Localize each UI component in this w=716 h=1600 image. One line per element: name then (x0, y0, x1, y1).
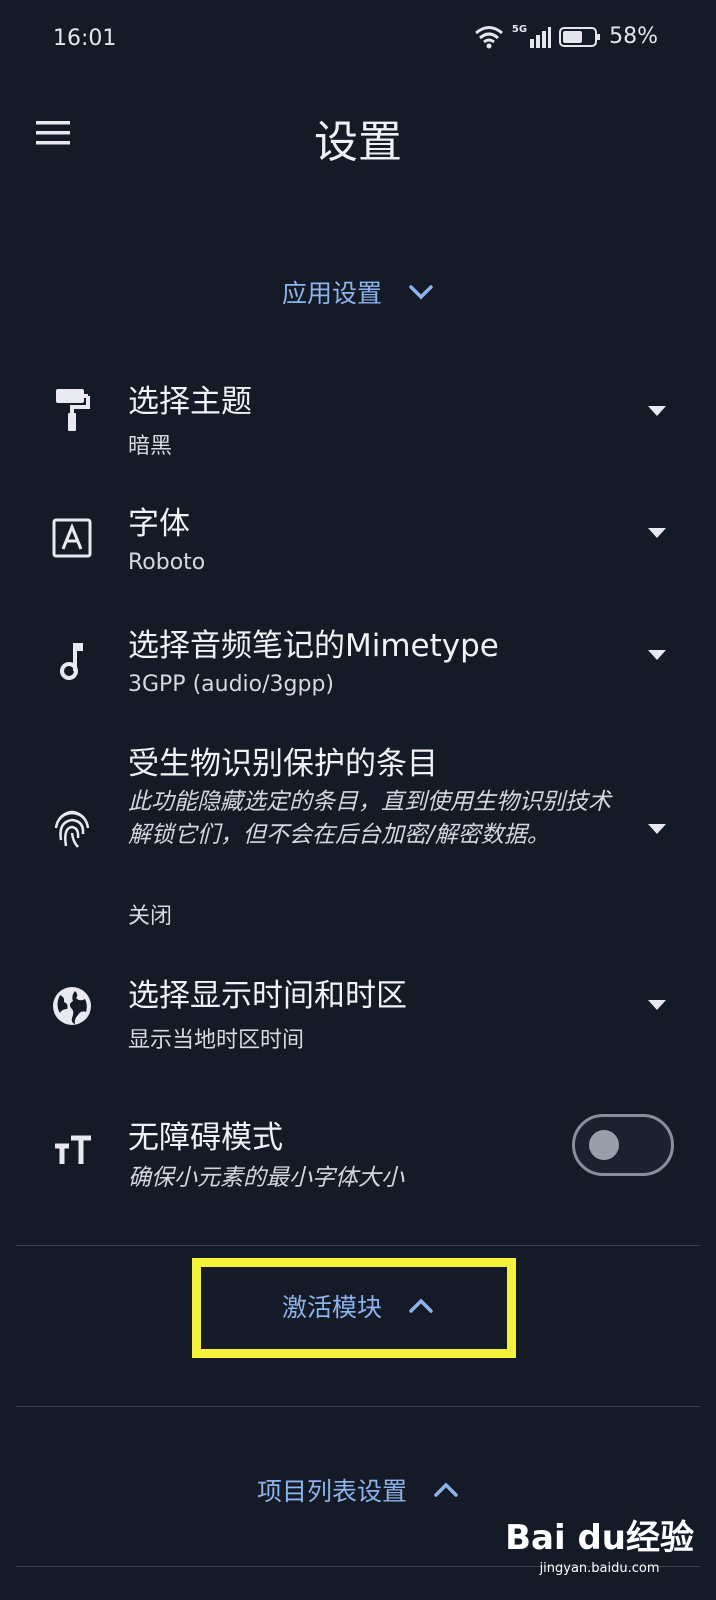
setting-title: 选择显示时间和时区 (128, 978, 407, 1014)
divider (16, 1406, 700, 1407)
highlight-annotation-box (192, 1258, 516, 1358)
setting-biometric-protection[interactable]: 受生物识别保护的条目 此功能隐藏选定的条目，直到使用生物识别技术解锁它们，但不会… (0, 738, 716, 938)
page-title: 设置 (314, 117, 402, 168)
dropdown-arrow-icon (648, 650, 666, 660)
setting-audio-mimetype[interactable]: 选择音频笔记的Mimetype 3GPP (audio/3gpp) (0, 616, 716, 716)
signal-icon (530, 26, 552, 48)
app-settings-header[interactable]: 应用设置 (0, 274, 716, 310)
status-time: 16:01 (53, 26, 117, 51)
battery-icon (559, 26, 601, 47)
setting-title: 受生物识别保护的条目 (128, 746, 438, 782)
setting-title: 选择音频笔记的Mimetype (128, 628, 499, 664)
setting-value: 关闭 (128, 904, 173, 929)
watermark-url: jingyan.baidu.com (539, 1561, 660, 1576)
watermark-logo: Bai du经验 (505, 1518, 694, 1558)
dropdown-arrow-icon (648, 824, 666, 834)
setting-theme[interactable]: 选择主题 暗黑 (0, 372, 716, 472)
accessibility-toggle[interactable] (572, 1114, 674, 1176)
setting-title: 字体 (128, 506, 190, 542)
setting-description: 确保小元素的最小字体大小 (128, 1165, 404, 1191)
fingerprint-icon (48, 804, 96, 852)
setting-title: 无障碍模式 (128, 1120, 283, 1156)
setting-accessibility-mode[interactable]: 无障碍模式 确保小元素的最小字体大小 (0, 1114, 716, 1200)
music-note-icon (48, 636, 96, 684)
chevron-down-icon (409, 285, 433, 300)
wifi-icon (474, 25, 503, 48)
setting-font[interactable]: 字体 Roboto (0, 494, 716, 594)
network-type: 5G (511, 24, 528, 35)
dropdown-arrow-icon (648, 528, 666, 538)
font-icon (48, 514, 96, 562)
setting-description: 此功能隐藏选定的条目，直到使用生物识别技术解锁它们，但不会在后台加密/解密数据。 (128, 789, 611, 848)
baidu-watermark: Bai du经验 jingyan.baidu.com (505, 1510, 694, 1576)
setting-time-zone[interactable]: 选择显示时间和时区 显示当地时区时间 (0, 966, 716, 1066)
status-icons: 5G 58% (474, 24, 658, 49)
dropdown-arrow-icon (648, 406, 666, 416)
text-size-icon (48, 1126, 96, 1174)
setting-value: Roboto (128, 550, 206, 575)
divider (16, 1245, 700, 1246)
setting-value: 暗黑 (128, 434, 173, 459)
item-list-settings-label: 项目列表设置 (256, 1477, 407, 1506)
battery-percent: 58% (609, 24, 658, 49)
chevron-up-icon (434, 1482, 458, 1497)
setting-value: 显示当地时区时间 (128, 1028, 305, 1053)
globe-icon (48, 982, 96, 1030)
setting-value: 3GPP (audio/3gpp) (128, 672, 335, 697)
dropdown-arrow-icon (648, 1000, 666, 1010)
setting-title: 选择主题 (128, 384, 252, 420)
toggle-knob (589, 1130, 619, 1160)
paint-roller-icon (48, 386, 96, 434)
item-list-settings-header[interactable]: 项目列表设置 (0, 1472, 716, 1508)
app-settings-label: 应用设置 (281, 279, 382, 308)
